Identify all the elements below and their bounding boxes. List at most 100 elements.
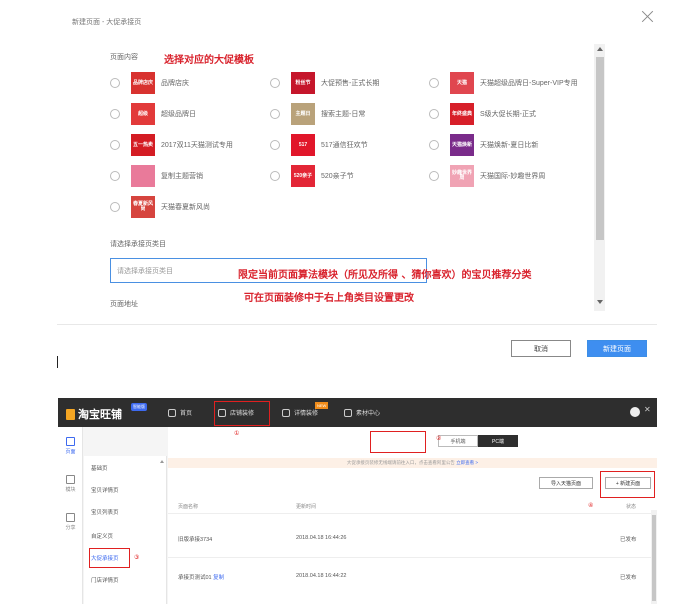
- template-label: 复制主题营销: [161, 173, 203, 180]
- folder-icon: [344, 408, 352, 417]
- template-thumbnail: 超级: [131, 103, 155, 125]
- side-item-basic[interactable]: 基础页: [91, 464, 108, 472]
- radio-button[interactable]: [429, 171, 439, 181]
- dialog-title: 新建页面 - 大促承接页: [72, 19, 142, 26]
- table-cell-name[interactable]: 旧版承接3734: [178, 535, 212, 543]
- template-thumbnail: 天猫焕新: [450, 134, 474, 156]
- page-address-label: 页面地址: [110, 301, 138, 308]
- rail-item-modules[interactable]: 模块: [61, 475, 80, 493]
- radio-button[interactable]: [429, 78, 439, 88]
- template-thumbnail: [131, 165, 155, 187]
- template-label: 搜索主题-日常: [321, 111, 366, 118]
- scroll-down-arrow-icon[interactable]: [597, 300, 603, 304]
- template-option[interactable]: 春夏新风尚 天猫春夏新风尚: [110, 196, 210, 218]
- rail-item-pages[interactable]: 页面: [61, 437, 80, 455]
- create-page-button[interactable]: 新建页面: [587, 340, 647, 357]
- template-option[interactable]: 妙趣世界周 天猫国际-妙趣世界周: [429, 165, 545, 187]
- template-option[interactable]: 品牌店庆 品牌店庆: [110, 72, 189, 94]
- dialog-divider: [57, 324, 657, 325]
- cancel-button[interactable]: 取消: [511, 340, 571, 357]
- step-marker-4: ④: [588, 503, 594, 509]
- tab-home[interactable]: 首页: [168, 408, 192, 417]
- shop-decoration-screenshot: 淘宝旺铺 智能版 首页 店铺装修 详情装修 NEW 素材中心 ✕ 页面 模块 分…: [58, 398, 657, 604]
- table-cell-name[interactable]: 承接页测试01 复制: [178, 573, 224, 581]
- radio-button[interactable]: [270, 171, 280, 181]
- template-option[interactable]: 超级 超级品牌日: [110, 103, 196, 125]
- main-content: 手机端 PC端 大促承接页装修无线端请前往入口，点击查看阿里公告 立即查看 > …: [168, 427, 657, 604]
- template-option[interactable]: 天猫 天猫超级品牌日-Super-VIP专用: [429, 72, 578, 94]
- scroll-up-arrow-icon[interactable]: [597, 47, 603, 51]
- template-thumbnail: 粉丝节: [291, 72, 315, 94]
- template-label: 520亲子节: [321, 173, 354, 180]
- avatar[interactable]: [630, 407, 640, 417]
- template-option[interactable]: 主题日 搜索主题-日常: [270, 103, 365, 125]
- side-item-detail[interactable]: 宝贝详情页: [91, 486, 119, 494]
- close-icon[interactable]: [641, 9, 655, 23]
- share-icon: [66, 513, 75, 522]
- template-option[interactable]: 520亲子 520亲子节: [270, 165, 354, 187]
- toggle-pc[interactable]: PC端: [478, 435, 518, 447]
- radio-button[interactable]: [270, 109, 280, 119]
- template-option[interactable]: 复制主题营销: [110, 165, 203, 187]
- rail-item-share[interactable]: 分享: [61, 513, 80, 531]
- template-thumbnail: 五一热卖: [131, 134, 155, 156]
- table-scrollbar-thumb[interactable]: [652, 515, 656, 601]
- side-item-store-detail[interactable]: 门店详情页: [91, 576, 119, 584]
- radio-button[interactable]: [270, 140, 280, 150]
- radio-button[interactable]: [270, 78, 280, 88]
- radio-button[interactable]: [110, 140, 120, 150]
- radio-button[interactable]: [429, 140, 439, 150]
- copy-link[interactable]: 复制: [213, 575, 224, 581]
- template-option[interactable]: 粉丝节 大促预售-正式长期: [270, 72, 379, 94]
- left-rail: 页面 模块 分享: [58, 427, 83, 604]
- template-label: 天猫国际-妙趣世界周: [480, 173, 546, 180]
- page-content-label: 页面内容: [110, 54, 138, 61]
- template-thumbnail: 天猫: [450, 72, 474, 94]
- highlight-box-pc: [370, 431, 426, 453]
- scroll-up-arrow-icon[interactable]: [160, 460, 164, 463]
- notice-link[interactable]: 立即查看 >: [456, 460, 478, 465]
- module-icon: [66, 475, 75, 484]
- tab-material-center[interactable]: 素材中心: [344, 408, 380, 417]
- table-cell-status: 已发布: [620, 537, 637, 543]
- notice-bar: 大促承接页装修无线端请前往入口，点击查看阿里公告 立即查看 >: [168, 458, 657, 468]
- template-thumbnail: 517: [291, 134, 315, 156]
- template-thumbnail: 春夏新风尚: [131, 196, 155, 218]
- table-cell-time: 2018.04.18 16:44:26: [296, 535, 347, 541]
- template-option[interactable]: 年终盛典 S级大促长期-正式: [429, 103, 536, 125]
- template-label: 品牌店庆: [161, 80, 189, 87]
- home-icon: [168, 408, 176, 417]
- step-marker-3: ③: [134, 555, 140, 561]
- radio-button[interactable]: [110, 109, 120, 119]
- step-marker-2: ②: [436, 436, 442, 442]
- side-item-list[interactable]: 宝贝列表页: [91, 508, 119, 516]
- category-label: 请选择承接页类目: [110, 241, 166, 248]
- column-header-status: 状态: [626, 504, 637, 510]
- template-option[interactable]: 517 517通信狂欢节: [270, 134, 368, 156]
- close-icon[interactable]: ✕: [644, 405, 651, 414]
- radio-button[interactable]: [110, 202, 120, 212]
- template-label: 大促预售-正式长期: [321, 80, 380, 87]
- toggle-mobile[interactable]: 手机端: [438, 435, 478, 447]
- import-tmall-page-button[interactable]: 导入天猫页面: [539, 477, 593, 489]
- annotation-category-line2: 可在页面装修中于右上角类目设置更改: [244, 293, 414, 304]
- step-marker-1: ①: [234, 431, 240, 437]
- radio-button[interactable]: [110, 78, 120, 88]
- template-thumbnail: 妙趣世界周: [450, 165, 474, 187]
- side-item-custom[interactable]: 自定义页: [91, 532, 113, 540]
- edition-badge: 智能版: [131, 403, 147, 411]
- radio-button[interactable]: [110, 171, 120, 181]
- template-label: 超级品牌日: [161, 111, 196, 118]
- top-bar: 淘宝旺铺 智能版 首页 店铺装修 详情装修 NEW 素材中心 ✕: [58, 398, 657, 427]
- template-option[interactable]: 五一热卖 2017双11天猫测试专用: [110, 134, 233, 156]
- template-thumbnail: 主题日: [291, 103, 315, 125]
- column-header-name: 页面名称: [178, 504, 199, 510]
- new-badge: NEW: [315, 402, 329, 409]
- template-label: 517通信狂欢节: [321, 142, 368, 149]
- radio-button[interactable]: [429, 109, 439, 119]
- template-option[interactable]: 天猫焕新 天猫焕新-夏日比新: [429, 134, 538, 156]
- divider: [168, 513, 657, 514]
- template-thumbnail: 年终盛典: [450, 103, 474, 125]
- tab-detail-decoration[interactable]: 详情装修: [282, 408, 318, 417]
- dialog-scrollbar-thumb[interactable]: [596, 57, 604, 240]
